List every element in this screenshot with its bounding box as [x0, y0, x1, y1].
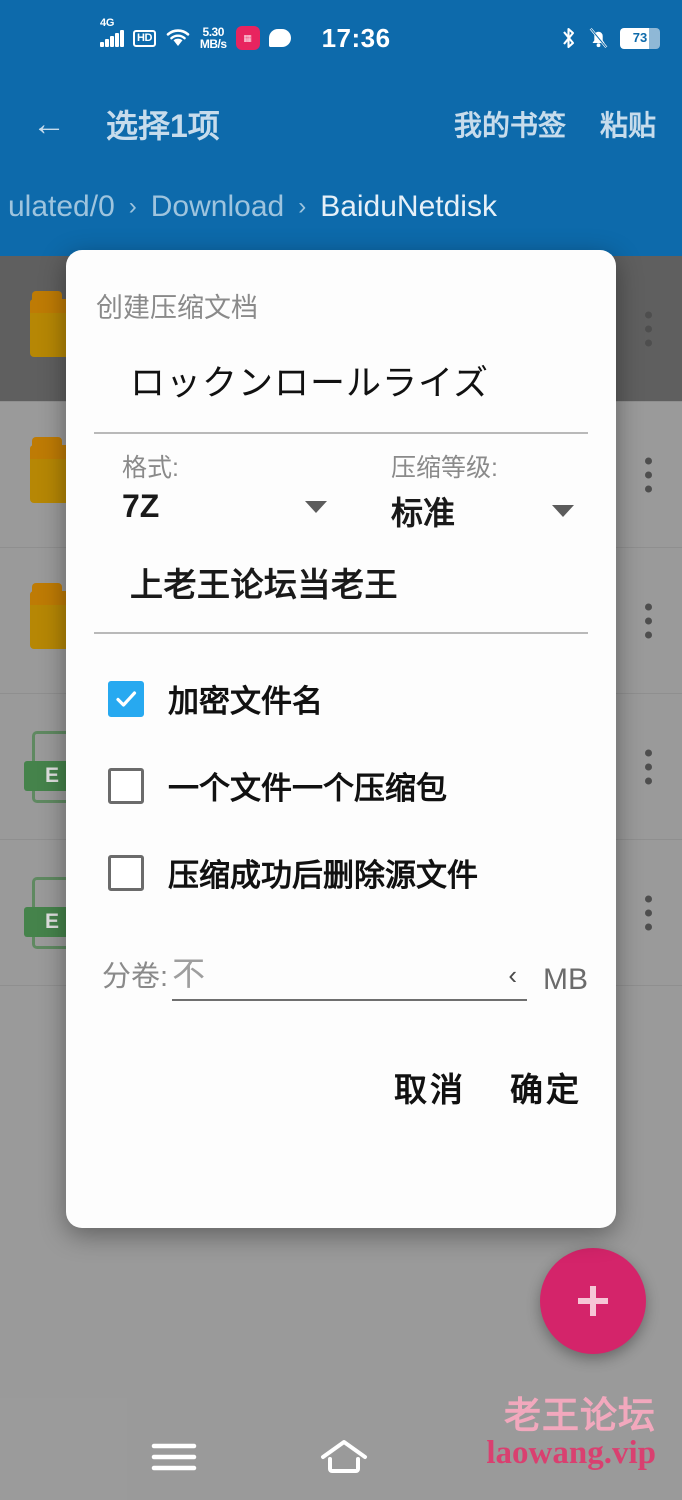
phone-screen: 4G HD 5.30 MB/s ▦ 17:36 73 ← 选择1项 我的书签 粘…: [0, 0, 682, 1500]
split-volume-row: 分卷: 不 ‹ MB: [94, 947, 588, 1001]
divider: [94, 432, 588, 434]
status-bar: 4G HD 5.30 MB/s ▦ 17:36 73: [0, 0, 682, 76]
split-volume-unit: MB: [543, 963, 588, 996]
checkbox-encrypt-filenames[interactable]: [108, 680, 144, 717]
checkbox-row-delete-source-after[interactable]: 压缩成功后删除源文件: [94, 850, 588, 895]
breadcrumb: ulated/0 › Download › BaiduNetdisk: [0, 172, 682, 242]
chevron-down-icon: [305, 500, 327, 513]
network-type-label: 4G: [100, 16, 115, 29]
system-navigation-bar: [0, 1414, 682, 1500]
breadcrumb-item-1[interactable]: Download: [151, 190, 284, 224]
password-value: 上老王论坛当老王: [130, 566, 398, 603]
battery-indicator: 73: [620, 27, 660, 49]
create-archive-dialog: 创建压缩文档 ロックンロールライズ 格式: 7Z 压缩等级: 标准 上老王论坛当…: [66, 250, 616, 1228]
format-option: 格式: 7Z: [94, 448, 341, 534]
status-bar-right-icons: 73: [560, 26, 660, 50]
compression-level-dropdown[interactable]: 标准: [391, 488, 588, 534]
split-volume-input[interactable]: 不 ‹: [172, 947, 527, 1001]
compression-level-value: 标准: [391, 495, 456, 531]
network-speed-unit: MB/s: [199, 37, 227, 51]
breadcrumb-item-2[interactable]: BaiduNetdisk: [320, 190, 497, 224]
archive-name-field[interactable]: ロックンロールライズ: [94, 355, 588, 406]
back-arrow-icon[interactable]: ←: [26, 101, 72, 147]
home-icon[interactable]: [318, 1437, 370, 1477]
my-bookmarks-button[interactable]: 我的书签: [454, 104, 566, 144]
checkbox-label-delete-source-after: 压缩成功后删除源文件: [168, 858, 478, 893]
compression-level-label: 压缩等级:: [391, 454, 498, 482]
breadcrumb-item-0[interactable]: ulated/0: [8, 190, 115, 224]
archive-name-value: ロックンロールライズ: [130, 364, 489, 403]
breadcrumb-separator: ›: [298, 193, 307, 220]
check-icon: [116, 690, 137, 707]
format-label: 格式:: [122, 454, 179, 482]
wifi-icon: [166, 29, 190, 46]
dialog-title: 创建压缩文档: [96, 293, 258, 323]
password-field[interactable]: 上老王论坛当老王: [94, 558, 588, 606]
checkbox-delete-source-after[interactable]: [108, 854, 144, 891]
checkbox-one-archive-per-file[interactable]: [108, 767, 144, 804]
archive-options-row: 格式: 7Z 压缩等级: 标准: [94, 448, 588, 534]
split-volume-placeholder: 不: [172, 955, 206, 992]
checkbox-row-one-archive-per-file[interactable]: 一个文件一个压缩包: [94, 763, 588, 808]
pink-app-icon: ▦: [235, 26, 260, 50]
plus-icon: [578, 1286, 608, 1316]
dialog-buttons: 取消 确定: [94, 1063, 588, 1111]
cellular-signal-icon: 4G: [100, 17, 124, 47]
app-bar: ← 选择1项 我的书签 粘贴 ulated/0 › Download › Bai…: [0, 76, 682, 256]
checkbox-label-encrypt-filenames: 加密文件名: [168, 684, 323, 719]
split-volume-label: 分卷:: [102, 961, 169, 993]
breadcrumb-separator: ›: [128, 193, 137, 220]
format-value: 7Z: [122, 488, 160, 524]
chevron-left-icon[interactable]: ‹: [508, 960, 527, 995]
add-fab-button[interactable]: [540, 1248, 646, 1354]
battery-level-label: 73: [632, 29, 648, 45]
checkbox-label-one-archive-per-file: 一个文件一个压缩包: [168, 771, 447, 806]
paste-button[interactable]: 粘贴: [600, 104, 656, 144]
confirm-button[interactable]: 确定: [510, 1063, 582, 1111]
checkbox-row-encrypt-filenames[interactable]: 加密文件名: [94, 676, 588, 721]
divider: [94, 632, 588, 634]
menu-recents-icon[interactable]: [150, 1440, 198, 1474]
cancel-button[interactable]: 取消: [394, 1063, 466, 1111]
status-bar-clock: 17:36: [321, 22, 391, 53]
format-dropdown[interactable]: 7Z: [122, 488, 341, 525]
compression-level-option: 压缩等级: 标准: [341, 448, 588, 534]
chevron-down-icon: [552, 505, 574, 517]
chat-bubble-icon: [268, 29, 291, 47]
app-bar-top-row: ← 选择1项 我的书签 粘贴: [0, 76, 682, 172]
hd-voice-icon: HD: [133, 29, 156, 47]
bell-muted-icon: [589, 27, 608, 49]
network-speed-indicator: 5.30 MB/s: [200, 26, 227, 50]
status-bar-left-icons: 4G HD 5.30 MB/s ▦ 17:36: [100, 17, 391, 54]
selection-count-title: 选择1项: [106, 108, 220, 144]
bluetooth-icon: [563, 27, 575, 49]
